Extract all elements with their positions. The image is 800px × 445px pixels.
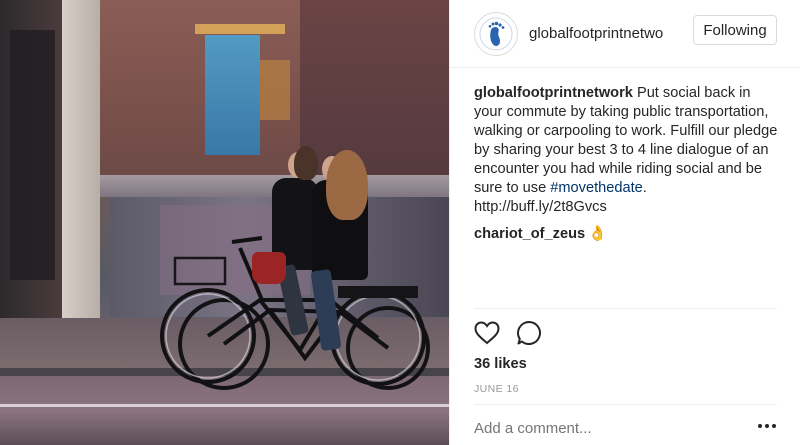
dot [772,424,776,428]
divider [474,404,777,405]
photo-rider-front-hair [294,146,318,180]
like-button[interactable] [474,320,500,346]
comment-item: chariot_of_zeus 👌 [474,224,607,244]
likes-count[interactable]: 36 likes [474,356,527,372]
account-username[interactable]: globalfootprintnetwo [529,25,689,42]
dot [765,424,769,428]
photo-bicycles [160,236,430,390]
post-date: JUNE 16 [474,383,519,395]
add-comment-input[interactable] [474,420,734,437]
post-actions [474,320,542,346]
caption-author[interactable]: globalfootprintnetwork [474,85,633,101]
following-button[interactable]: Following [693,15,777,45]
heart-icon [474,321,500,345]
divider [474,308,777,309]
comment-text: 👌 [588,225,607,242]
dot [758,424,762,428]
comment-author[interactable]: chariot_of_zeus [474,226,585,242]
post-caption: globalfootprintnetwork Put social back i… [474,84,779,217]
more-options-icon[interactable] [758,424,776,428]
caption-hashtag-link[interactable]: #movethedate [550,180,643,196]
avatar[interactable] [474,11,518,56]
photo-rider-back-hair [326,150,368,220]
post-sidebar: globalfootprintnetwo Following globalfoo… [449,0,800,445]
post-photo[interactable] [0,0,449,445]
photo-red-bag [252,252,286,284]
comment-icon [517,321,541,345]
comment-button[interactable] [516,320,542,346]
footprint-logo-icon [479,17,513,50]
post-header: globalfootprintnetwo Following [450,0,800,68]
